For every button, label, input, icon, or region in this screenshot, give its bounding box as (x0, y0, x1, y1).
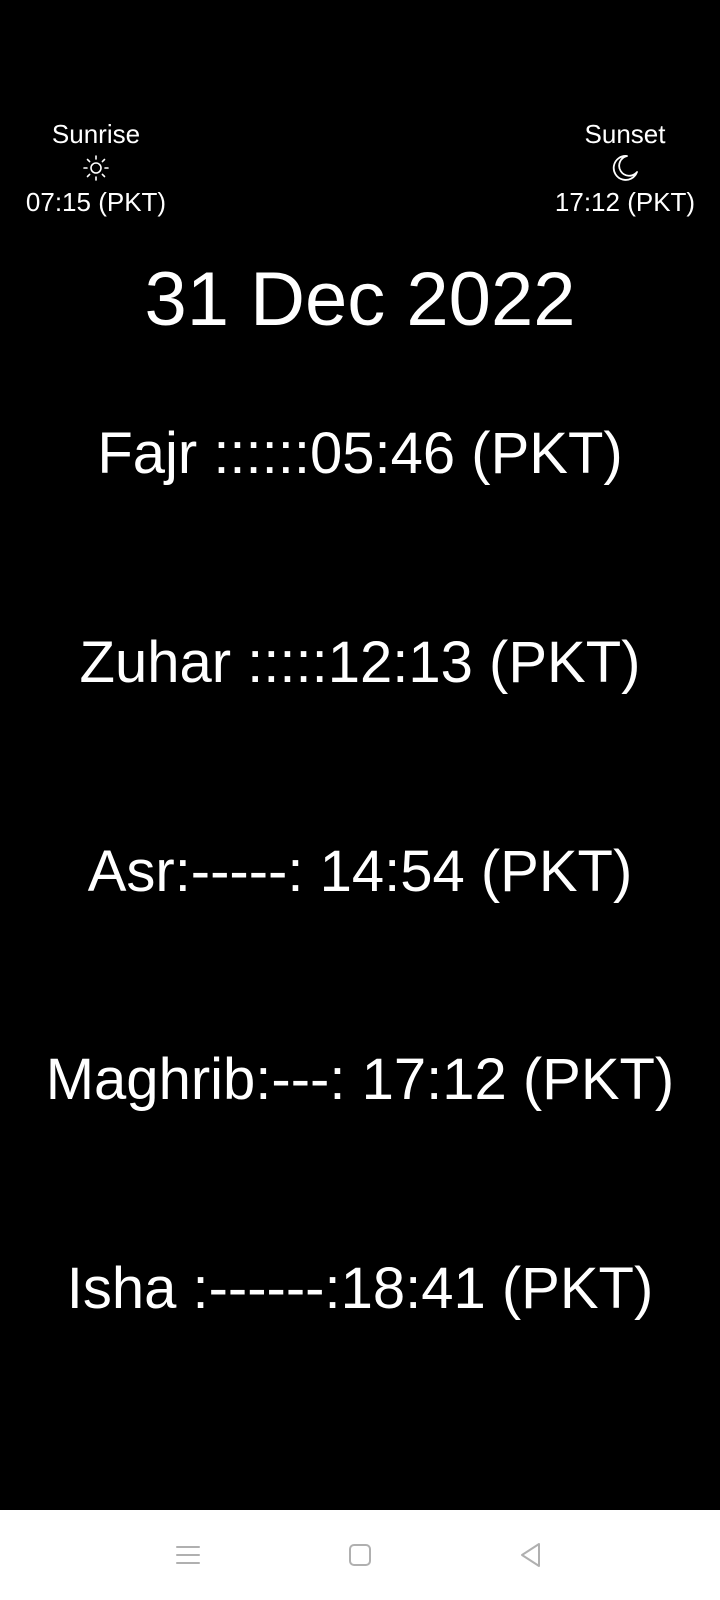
menu-icon[interactable] (163, 1530, 213, 1580)
sunrise-time: 07:15 (PKT) (25, 187, 167, 217)
prayer-zuhar: Zuhar :::::12:13 (PKT) (79, 630, 641, 695)
prayer-times-screen: Sunrise 07:15 (PKT) Sunset 17:12 (PKT) 3… (0, 0, 720, 1600)
home-square-icon[interactable] (335, 1530, 385, 1580)
prayer-fajr: Fajr ::::::05:46 (PKT) (97, 421, 623, 486)
sunset-label: Sunset (584, 119, 666, 149)
sunset-time: 17:12 (PKT) (554, 187, 696, 217)
back-triangle-icon[interactable] (506, 1530, 556, 1580)
sun-icon (0, 150, 196, 186)
prayer-asr: Asr:-----: 14:54 (PKT) (87, 839, 633, 904)
prayer-maghrib: Maghrib:---: 17:12 (PKT) (45, 1047, 675, 1112)
system-navigation-bar (0, 1510, 720, 1600)
date-heading: 31 Dec 2022 (144, 257, 576, 342)
sunrise-block: Sunrise 07:15 (PKT) (0, 118, 196, 218)
prayer-isha: Isha :------:18:41 (PKT) (66, 1256, 654, 1321)
moon-icon (525, 150, 720, 186)
sunset-block: Sunset 17:12 (PKT) (525, 118, 720, 218)
sunrise-label: Sunrise (51, 119, 141, 149)
